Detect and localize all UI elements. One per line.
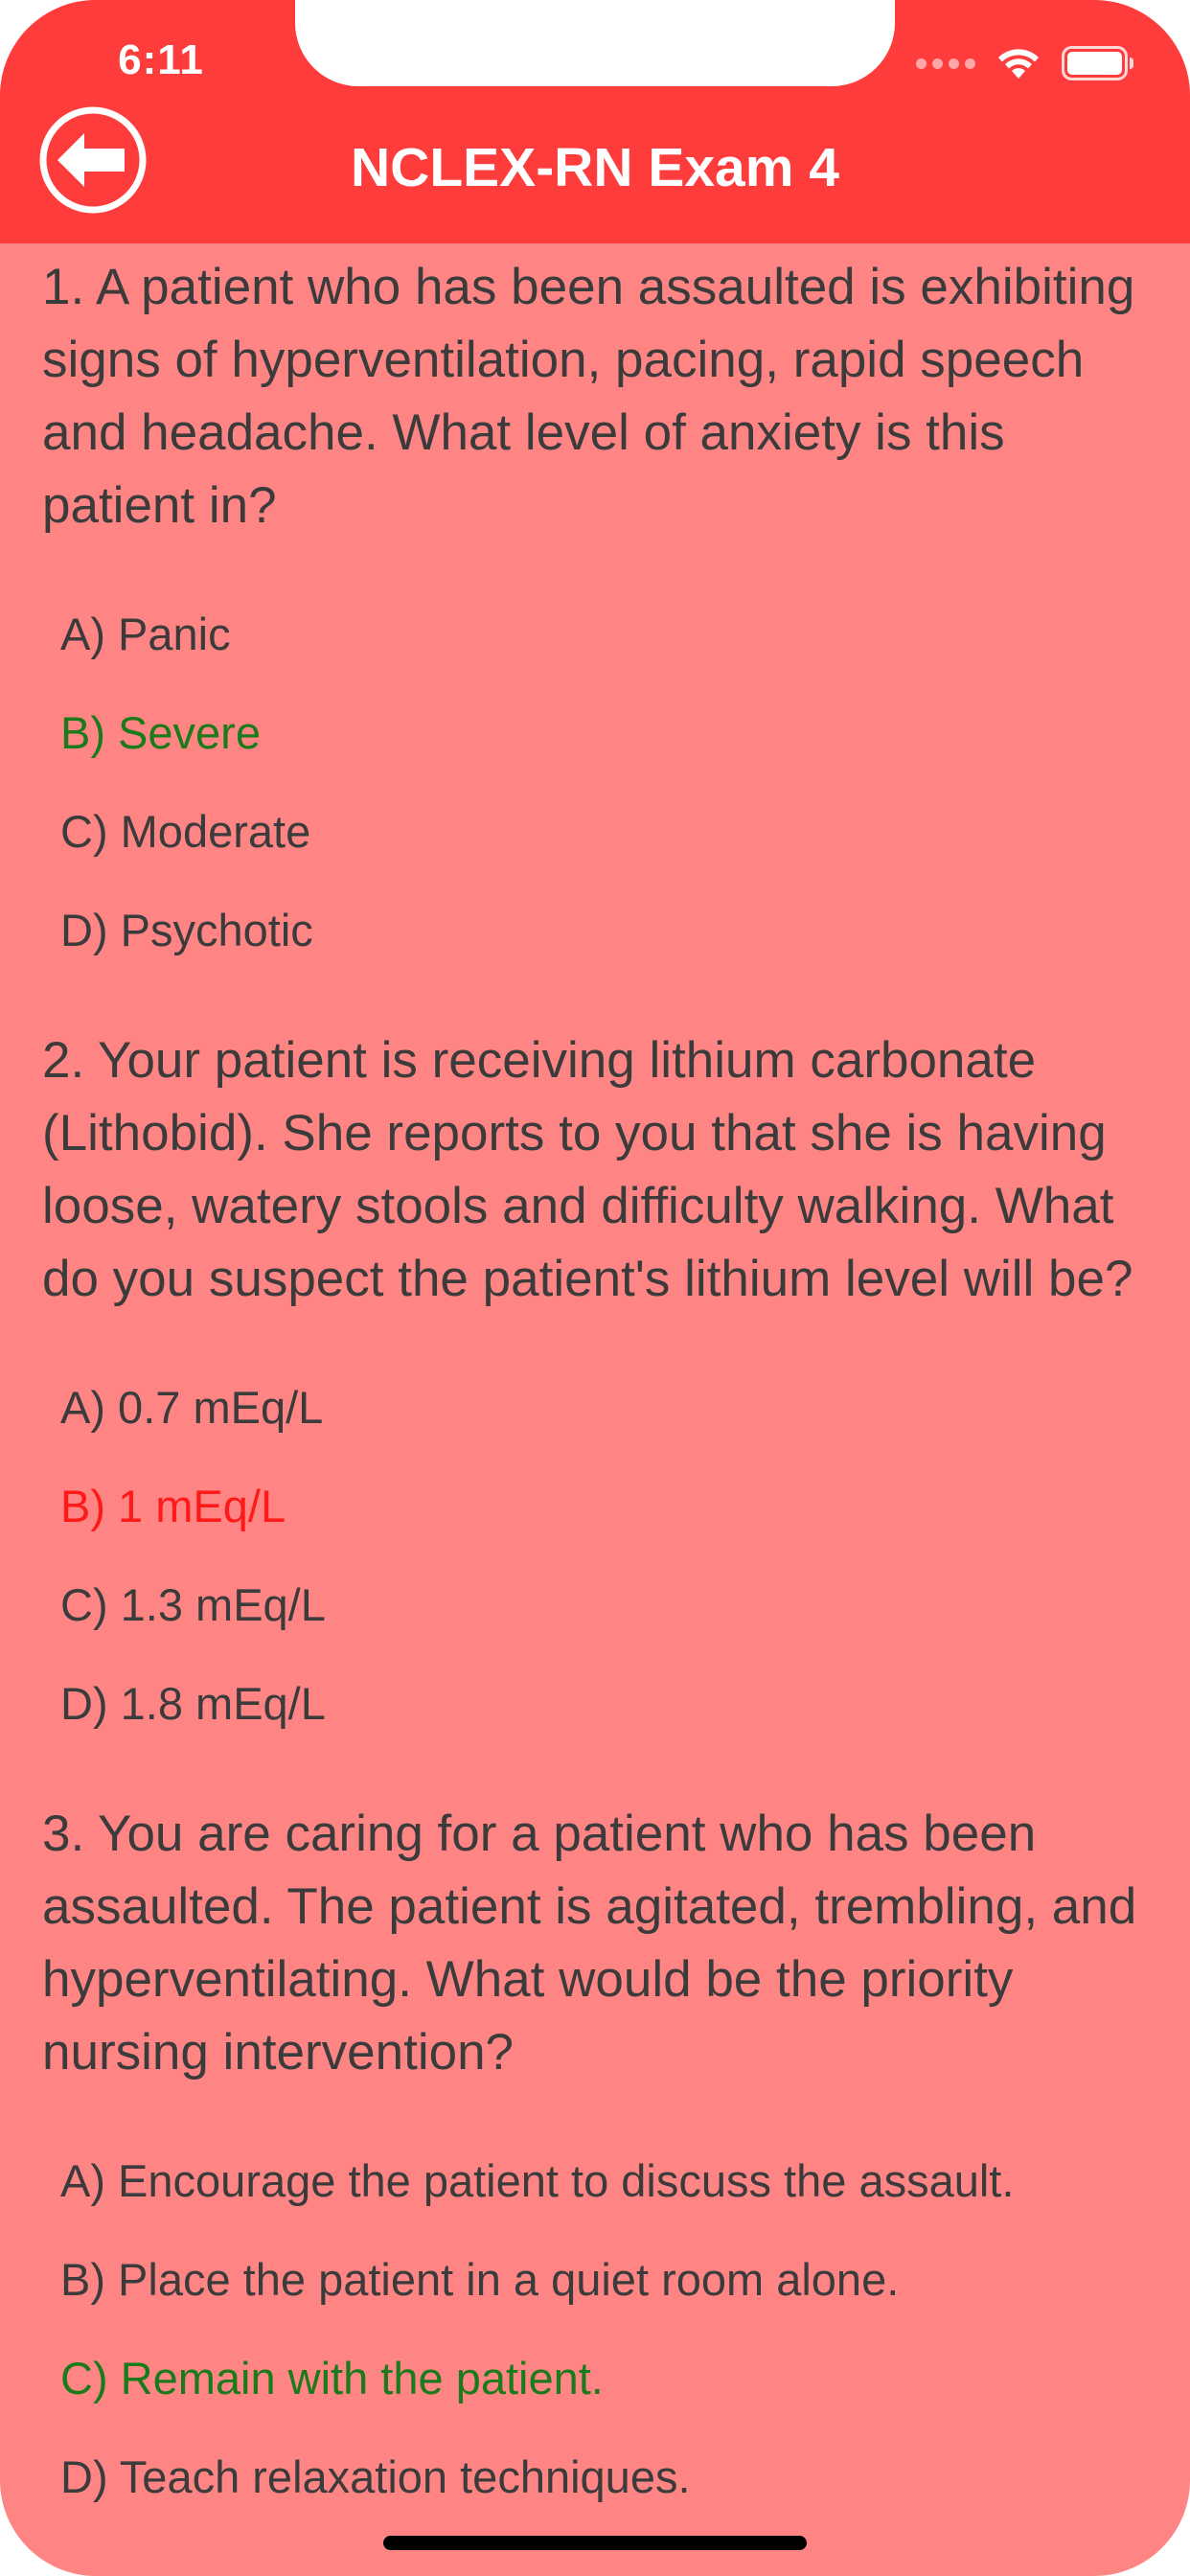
answer-option[interactable]: D) 1.8 mEq/L [0, 1654, 1190, 1753]
answer-option-wrong[interactable]: B) 1 mEq/L [0, 1457, 1190, 1555]
status-icons [916, 42, 1134, 84]
answer-option[interactable]: A) Panic [0, 585, 1190, 683]
answer-options: A) 0.7 mEq/L B) 1 mEq/L C) 1.3 mEq/L D) … [0, 1358, 1190, 1753]
answer-option[interactable]: D) Teach relaxation techniques. [0, 2427, 1190, 2526]
wifi-icon [998, 49, 1039, 79]
answer-option-correct[interactable]: B) Severe [0, 683, 1190, 782]
page-title: NCLEX-RN Exam 4 [351, 137, 839, 198]
question-list[interactable]: 1. A patient who has been assaulted is e… [0, 243, 1190, 2576]
app-screen: 6:11 NCLEX-RN Exam 4 1. A patient who ha… [0, 0, 1190, 2576]
question-text: 2. Your patient is receiving lithium car… [42, 1032, 1133, 1307]
answer-option[interactable]: D) Psychotic [0, 881, 1190, 979]
answer-option[interactable]: B) Place the patient in a quiet room alo… [0, 2230, 1190, 2329]
nav-header: 6:11 NCLEX-RN Exam 4 [0, 0, 1190, 243]
question-text: 3. You are caring for a patient who has … [42, 1806, 1137, 2081]
answer-option[interactable]: C) Moderate [0, 782, 1190, 881]
answer-options: A) Encourage the patient to discuss the … [0, 2131, 1190, 2526]
question-text: 1. A patient who has been assaulted is e… [42, 259, 1135, 534]
answer-options: A) Panic B) Severe C) Moderate D) Psycho… [0, 585, 1190, 979]
device-notch [295, 0, 895, 86]
status-time: 6:11 [118, 36, 204, 83]
answer-option[interactable]: A) 0.7 mEq/L [0, 1358, 1190, 1457]
home-indicator[interactable] [383, 2536, 807, 2550]
answer-option[interactable]: C) 1.3 mEq/L [0, 1555, 1190, 1654]
battery-icon [1062, 46, 1133, 80]
answer-option-correct[interactable]: C) Remain with the patient. [0, 2329, 1190, 2427]
answer-option[interactable]: A) Encourage the patient to discuss the … [0, 2131, 1190, 2230]
cellular-signal-icon [916, 58, 975, 69]
